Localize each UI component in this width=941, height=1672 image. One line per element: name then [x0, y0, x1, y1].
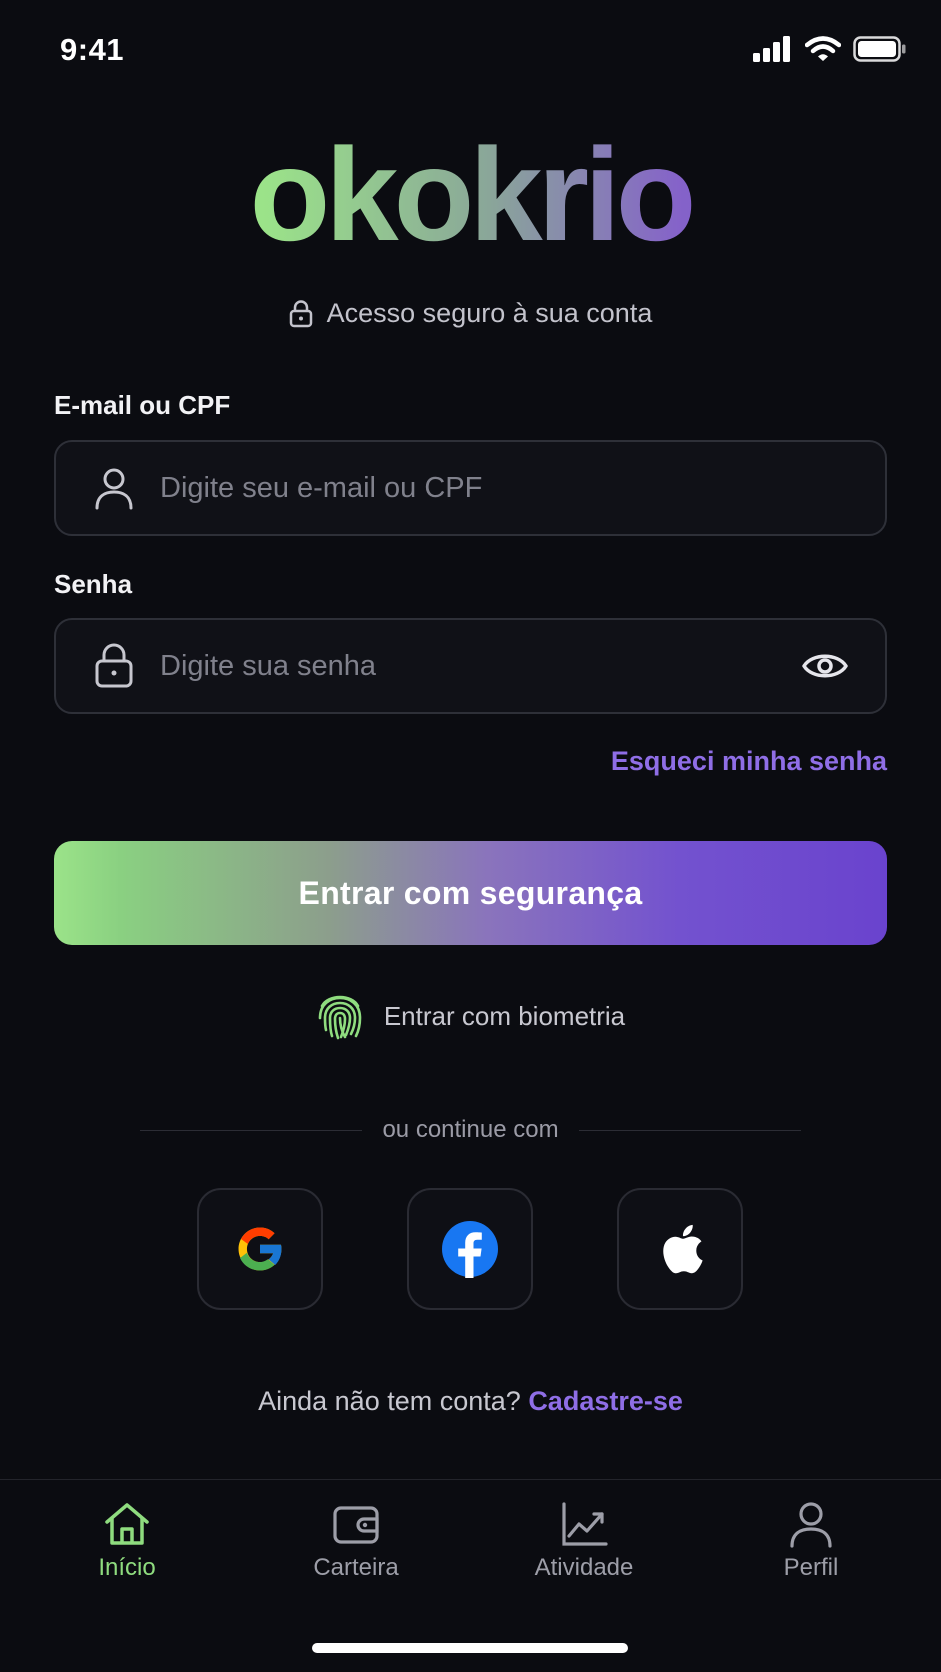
- email-label: E-mail ou CPF: [54, 390, 231, 420]
- divider-line-left: [140, 1129, 363, 1131]
- password-field-container: [54, 618, 887, 714]
- tab-profile-label: Perfil: [783, 1554, 839, 1581]
- wallet-icon: [333, 1506, 379, 1544]
- facebook-login-button[interactable]: [407, 1188, 533, 1310]
- divider-text: ou continue com: [382, 1116, 559, 1143]
- social-divider: ou continue com: [140, 1116, 802, 1144]
- google-icon: [238, 1227, 283, 1271]
- fingerprint-icon: [318, 995, 362, 1040]
- home-icon: [105, 1503, 149, 1545]
- tab-activity[interactable]: Atividade: [504, 1500, 664, 1582]
- tab-activity-label: Atividade: [534, 1554, 634, 1581]
- tab-home-label: Início: [98, 1554, 156, 1581]
- person-icon: [84, 466, 144, 510]
- facebook-icon: [442, 1221, 498, 1278]
- apple-icon: [663, 1224, 703, 1274]
- apple-login-button[interactable]: [617, 1188, 743, 1310]
- chart-icon: [562, 1502, 608, 1546]
- brand-logo: okokrio: [0, 120, 941, 270]
- lock-icon: [289, 299, 312, 327]
- tab-profile[interactable]: Perfil: [731, 1500, 891, 1582]
- divider-line-right: [578, 1129, 802, 1131]
- subtitle-text: Acesso seguro à sua conta: [326, 298, 653, 328]
- wifi-icon: [805, 36, 841, 61]
- biometric-login[interactable]: Entrar com biometria: [0, 990, 941, 1042]
- email-input[interactable]: [160, 442, 885, 534]
- home-indicator[interactable]: [312, 1643, 628, 1653]
- tab-home[interactable]: Início: [47, 1500, 207, 1582]
- biometric-label: Entrar com biometria: [383, 1000, 626, 1031]
- signal-icon: [753, 36, 790, 62]
- forgot-password-link[interactable]: Esqueci minha senha: [611, 746, 887, 777]
- battery-icon: [853, 36, 906, 62]
- google-login-button[interactable]: [197, 1188, 323, 1310]
- signup-link[interactable]: Cadastre-se: [528, 1386, 683, 1416]
- status-icons: [753, 36, 907, 62]
- password-label: Senha: [54, 569, 133, 599]
- password-input[interactable]: [160, 620, 795, 712]
- signup-prompt-text: Ainda não tem conta?: [258, 1386, 521, 1416]
- email-field-container: [54, 440, 887, 536]
- tab-wallet[interactable]: Carteira: [276, 1500, 436, 1582]
- signup-prompt: Ainda não tem conta? Cadastre-se: [0, 1386, 941, 1417]
- status-time: 9:41: [60, 32, 125, 67]
- security-subtitle: Acesso seguro à sua conta: [0, 298, 941, 329]
- tab-wallet-label: Carteira: [313, 1554, 399, 1581]
- login-button[interactable]: Entrar com segurança: [54, 841, 887, 945]
- login-screen: 9:41 okokrio Acesso seguro à sua conta E…: [0, 0, 941, 1672]
- person-icon: [790, 1502, 832, 1548]
- lock-icon: [84, 643, 144, 689]
- eye-icon[interactable]: [795, 650, 855, 682]
